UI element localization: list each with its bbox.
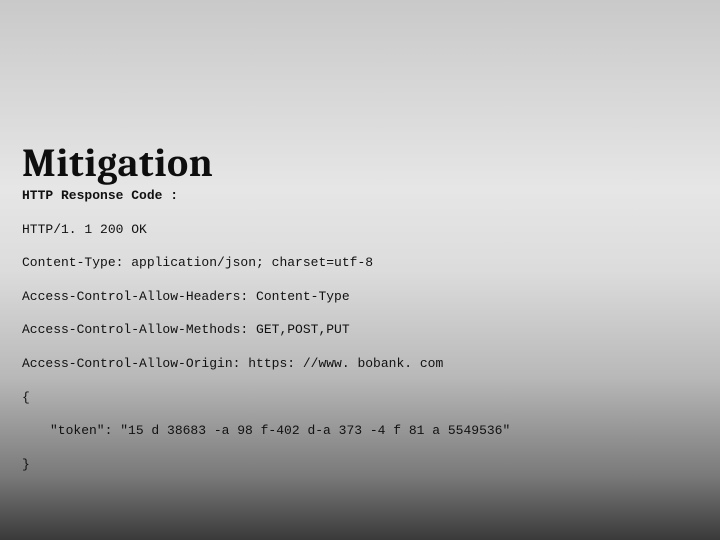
json-brace-close: } — [22, 457, 698, 473]
http-response-label: HTTP Response Code : — [22, 188, 698, 204]
content-type-line: Content-Type: application/json; charset=… — [22, 255, 698, 271]
http-status-line: HTTP/1. 1 200 OK — [22, 222, 698, 238]
json-token-line: "token": "15 d 38683 -a 98 f-402 d-a 373… — [22, 423, 698, 439]
allow-origin-line: Access-Control-Allow-Origin: https: //ww… — [22, 356, 698, 372]
allow-methods-line: Access-Control-Allow-Methods: GET,POST,P… — [22, 322, 698, 338]
slide-title: Mitigation — [22, 140, 698, 186]
json-brace-open: { — [22, 390, 698, 406]
allow-headers-line: Access-Control-Allow-Headers: Content-Ty… — [22, 289, 698, 305]
slide-content: Mitigation HTTP Response Code : HTTP/1. … — [0, 0, 720, 472]
